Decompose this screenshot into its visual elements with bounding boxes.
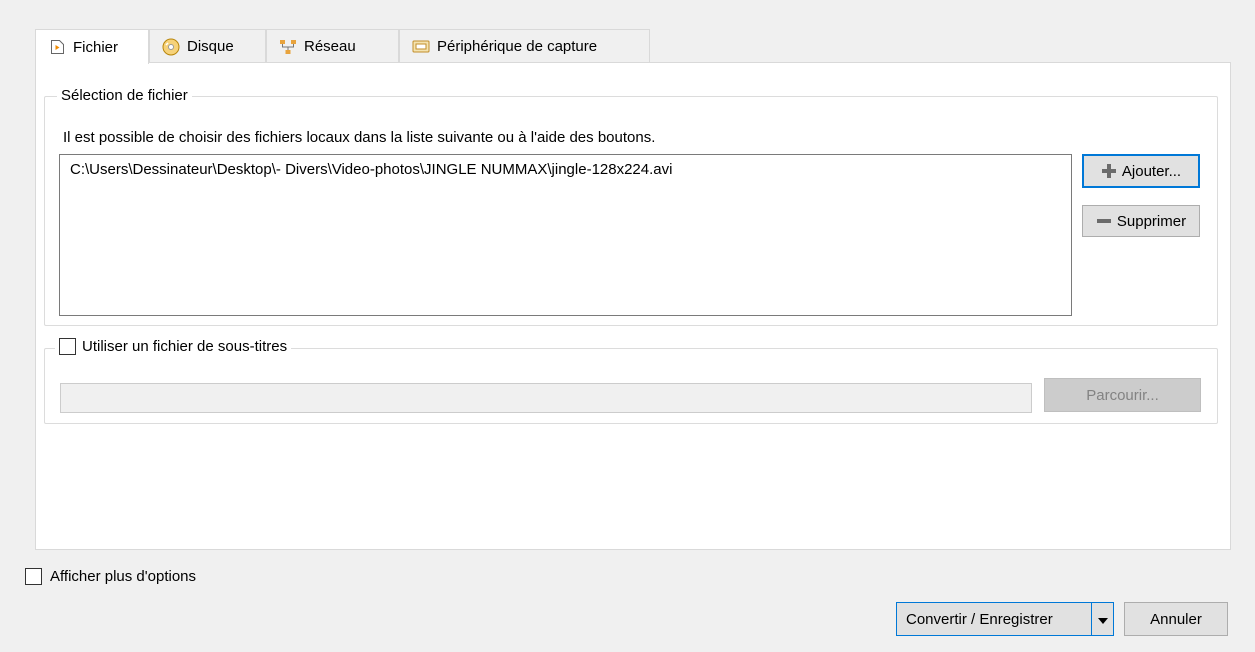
disc-icon — [162, 38, 180, 56]
file-selection-group: Sélection de fichier Il est possible de … — [44, 87, 1218, 326]
file-selection-hint: Il est possible de choisir des fichiers … — [63, 129, 656, 146]
tab-label: Périphérique de capture — [437, 38, 598, 55]
plus-icon — [1101, 163, 1117, 179]
capture-device-icon — [412, 38, 430, 56]
cancel-button[interactable]: Annuler — [1124, 602, 1228, 636]
network-icon — [279, 38, 297, 56]
tab-disque[interactable]: Disque — [149, 29, 266, 63]
subtitles-checkbox[interactable] — [59, 338, 76, 355]
tab-peripherique-capture[interactable]: Périphérique de capture — [399, 29, 650, 63]
file-selection-title: Sélection de fichier — [57, 87, 192, 105]
convert-save-button[interactable]: Convertir / Enregistrer — [896, 602, 1114, 636]
add-file-label: Ajouter... — [1121, 162, 1182, 180]
list-item[interactable]: C:\Users\Dessinateur\Desktop\- Divers\Vi… — [70, 161, 672, 178]
more-options-label: Afficher plus d'options — [50, 568, 197, 585]
browse-label: Parcourir... — [1086, 386, 1159, 404]
tab-label: Disque — [187, 38, 234, 55]
tab-panel-fichier: Sélection de fichier Il est possible de … — [35, 62, 1231, 550]
remove-file-label: Supprimer — [1116, 212, 1187, 230]
file-play-icon — [48, 38, 66, 56]
tab-reseau[interactable]: Réseau — [266, 29, 399, 63]
remove-file-button[interactable]: Supprimer — [1082, 205, 1200, 237]
more-options-checkbox[interactable] — [25, 568, 42, 585]
add-file-button[interactable]: Ajouter... — [1082, 154, 1200, 188]
tab-label: Réseau — [304, 38, 356, 55]
subtitles-checkbox-label: Utiliser un fichier de sous-titres — [82, 338, 288, 355]
minus-icon — [1096, 213, 1112, 229]
chevron-down-icon — [1097, 611, 1108, 628]
subtitle-path-input[interactable] — [60, 383, 1032, 413]
subtitles-group: Utiliser un fichier de sous-titres Parco… — [44, 338, 1218, 424]
convert-save-label: Convertir / Enregistrer — [906, 610, 1053, 628]
browse-button[interactable]: Parcourir... — [1044, 378, 1201, 412]
tab-label: Fichier — [73, 38, 119, 56]
subtitles-toggle[interactable]: Utiliser un fichier de sous-titres — [55, 338, 292, 355]
dropdown-arrow[interactable] — [1091, 603, 1113, 635]
file-list[interactable]: C:\Users\Dessinateur\Desktop\- Divers\Vi… — [59, 154, 1072, 316]
cancel-label: Annuler — [1150, 610, 1202, 628]
tab-fichier[interactable]: Fichier — [35, 29, 149, 64]
more-options-toggle[interactable]: Afficher plus d'options — [25, 568, 196, 585]
